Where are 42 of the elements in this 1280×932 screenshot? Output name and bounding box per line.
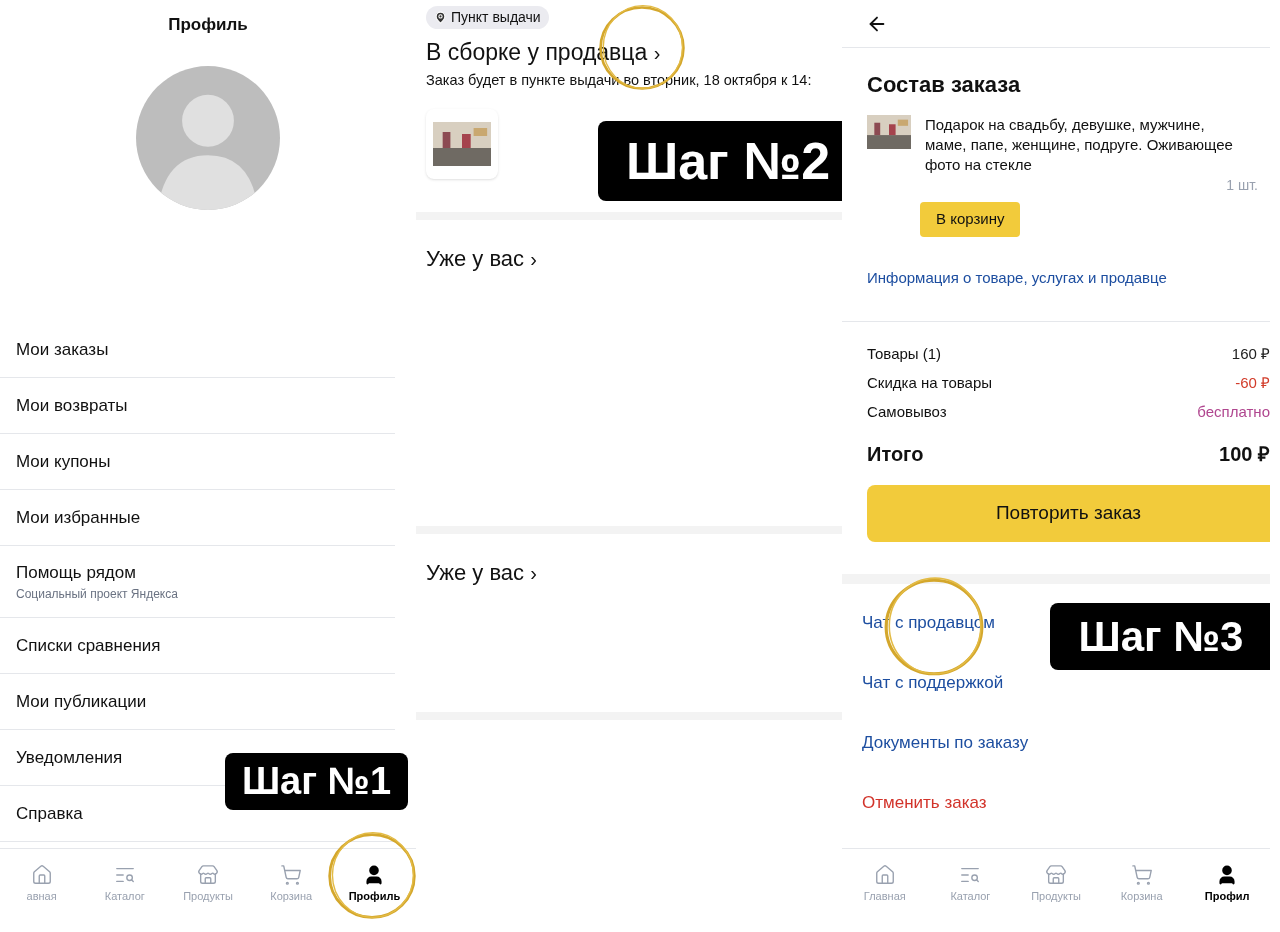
- menu-item[interactable]: Мои публикации: [16, 688, 147, 715]
- step-label: Шаг №1: [225, 753, 408, 810]
- summary-value: 160 ₽: [1231, 344, 1270, 365]
- store-icon: [197, 864, 219, 887]
- menu-item[interactable]: Мои купоны: [16, 448, 111, 475]
- menu-item[interactable]: Мои избранные: [16, 504, 141, 531]
- home-icon: [873, 864, 896, 887]
- cart-icon: [1130, 864, 1153, 887]
- summary-label: Самовывоз: [867, 402, 947, 423]
- item-quantity: 1 шт.: [1226, 176, 1258, 195]
- add-to-cart-button[interactable]: В корзину: [920, 202, 1021, 237]
- nav-tab[interactable]: Профил: [1184, 849, 1270, 920]
- step-label: Шаг №3: [1050, 603, 1270, 670]
- menu-item[interactable]: Помощь рядом: [16, 559, 136, 586]
- total-value: 100 ₽: [1219, 442, 1270, 467]
- section-title: Состав заказа: [867, 71, 1022, 99]
- summary-value: бесплатно: [1197, 402, 1270, 423]
- order-link[interactable]: Документы по заказу: [862, 730, 1029, 790]
- menu-item[interactable]: Справка: [16, 800, 83, 827]
- pin-icon: [434, 11, 447, 24]
- store-icon: [1045, 864, 1067, 887]
- home-icon: [30, 864, 53, 887]
- item-title[interactable]: Подарок на свадьбу, девушке, мужчине, маме, папе, женщине, подруге. Оживающее фото на стекле: [925, 115, 1245, 175]
- summary-value: -60 ₽: [1235, 373, 1270, 394]
- step-label: Шаг №2: [598, 121, 842, 201]
- menu-item[interactable]: Уведомления: [16, 744, 123, 771]
- menu-item[interactable]: Мои заказы: [16, 336, 109, 363]
- repeat-order-button[interactable]: Повторить заказ: [867, 485, 1270, 542]
- cart-icon: [280, 864, 303, 887]
- info-link[interactable]: Информация о товаре, услугах и продавце: [867, 267, 1258, 290]
- menu-subtitle: Социальный проект Яндекса: [16, 586, 178, 604]
- menu-item[interactable]: Мои возвраты: [16, 392, 128, 419]
- order-link[interactable]: Чат с поддержкой: [862, 670, 1004, 730]
- menu-item[interactable]: Списки сравнения: [16, 632, 161, 659]
- screen-title: Профиль: [167, 14, 249, 37]
- section-link[interactable]: Уже у вас ›: [426, 556, 832, 589]
- total-label: Итого: [867, 442, 924, 467]
- summary-label: Скидка на товары: [867, 373, 993, 394]
- section-link[interactable]: Уже у вас ›: [426, 242, 832, 275]
- pickup-chip: Пункт выдачи: [426, 6, 549, 29]
- order-link[interactable]: Отменить заказ: [862, 790, 987, 850]
- summary-label: Товары (1): [867, 344, 942, 365]
